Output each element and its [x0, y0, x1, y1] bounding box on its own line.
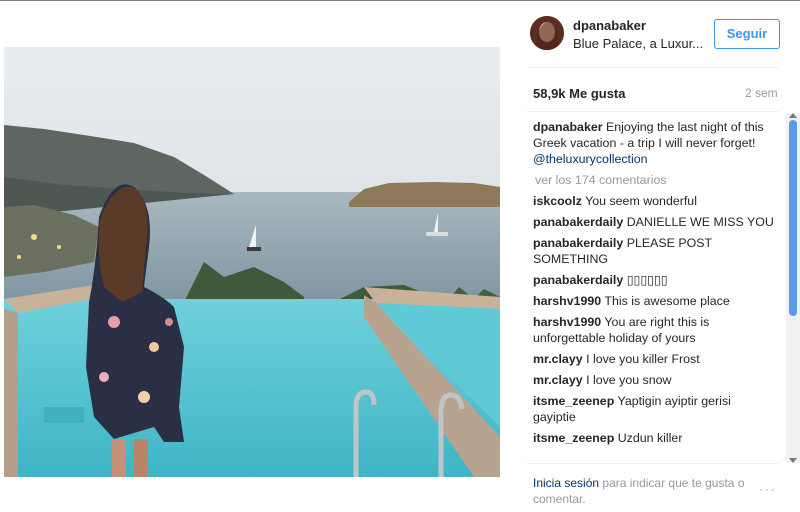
- post-username[interactable]: dpanabaker: [573, 18, 646, 33]
- scrollbar-thumb[interactable]: [789, 120, 797, 316]
- avatar[interactable]: [530, 16, 564, 50]
- comment-item: mr.clayy I love you killer Frost: [533, 351, 777, 367]
- comments-list: dpanabaker Enjoying the last night of th…: [533, 119, 777, 459]
- scroll-up-arrow-icon[interactable]: [789, 113, 797, 118]
- comment-username[interactable]: iskcoolz: [533, 194, 582, 208]
- post-sidebar: dpanabaker Blue Palace, a Luxur... Segui…: [527, 0, 800, 512]
- comment-text: DANIELLE WE MISS YOU: [626, 215, 774, 229]
- comment-text: I love you killer Frost: [586, 352, 700, 366]
- caption-username[interactable]: dpanabaker: [533, 120, 603, 134]
- scroll-down-arrow-icon[interactable]: [789, 458, 797, 463]
- comment-item: harshv1990 This is awesome place: [533, 293, 777, 309]
- post-header: dpanabaker Blue Palace, a Luxur... Segui…: [527, 14, 800, 54]
- comment-item: panabakerdaily DANIELLE WE MISS YOU: [533, 214, 777, 230]
- comment-item: mr.clayy I love you snow: [533, 372, 777, 388]
- comment-item: panabakerdaily PLEASE POST SOMETHING: [533, 235, 777, 267]
- post-photo[interactable]: [4, 47, 500, 477]
- divider: [527, 67, 779, 68]
- comment-text: You seem wonderful: [585, 194, 697, 208]
- login-prompt: Inicia sesión para indicar que te gusta …: [533, 475, 753, 507]
- comment-item: iskcoolz You seem wonderful: [533, 193, 777, 209]
- comment-username[interactable]: mr.clayy: [533, 352, 583, 366]
- post-location[interactable]: Blue Palace, a Luxur...: [573, 36, 703, 51]
- view-all-comments-link[interactable]: ver los 174 comentarios: [535, 172, 777, 188]
- likes-count[interactable]: 58,9k Me gusta: [533, 86, 626, 101]
- comment-username[interactable]: panabakerdaily: [533, 273, 623, 287]
- caption: dpanabaker Enjoying the last night of th…: [533, 119, 777, 167]
- divider: [527, 111, 779, 112]
- comment-username[interactable]: harshv1990: [533, 315, 601, 329]
- comment-item: itsme_zeenep Yaptigin ayiptir gerisi gay…: [533, 393, 777, 425]
- comments-scrollbar[interactable]: [786, 113, 800, 463]
- comment-text: Uzdun killer: [617, 431, 683, 445]
- comment-username[interactable]: panabakerdaily: [533, 236, 623, 250]
- comment-username[interactable]: panabakerdaily: [533, 215, 623, 229]
- comment-username[interactable]: harshv1990: [533, 294, 601, 308]
- comment-username[interactable]: itsme_zeenep: [533, 431, 614, 445]
- comment-text: I love you snow: [586, 373, 672, 387]
- comment-username[interactable]: itsme_zeenep: [533, 394, 614, 408]
- login-link[interactable]: Inicia sesión: [533, 476, 599, 490]
- more-options-icon[interactable]: ···: [759, 482, 777, 496]
- comment-text: ▯▯▯▯▯▯: [626, 273, 668, 287]
- divider: [527, 463, 779, 464]
- follow-button[interactable]: Seguir: [714, 19, 780, 49]
- comment-item: panabakerdaily ▯▯▯▯▯▯: [533, 272, 777, 288]
- comment-item: itsme_zeenep Uzdun killer: [533, 430, 777, 446]
- comment-item: harshv1990 You are right this is unforge…: [533, 314, 777, 346]
- post-time[interactable]: 2 sem: [745, 86, 778, 100]
- comment-text: This is awesome place: [604, 294, 730, 308]
- caption-mention[interactable]: @theluxurycollection: [533, 152, 648, 166]
- photo-image: [4, 47, 500, 477]
- comment-username[interactable]: mr.clayy: [533, 373, 583, 387]
- avatar-image: [530, 16, 564, 50]
